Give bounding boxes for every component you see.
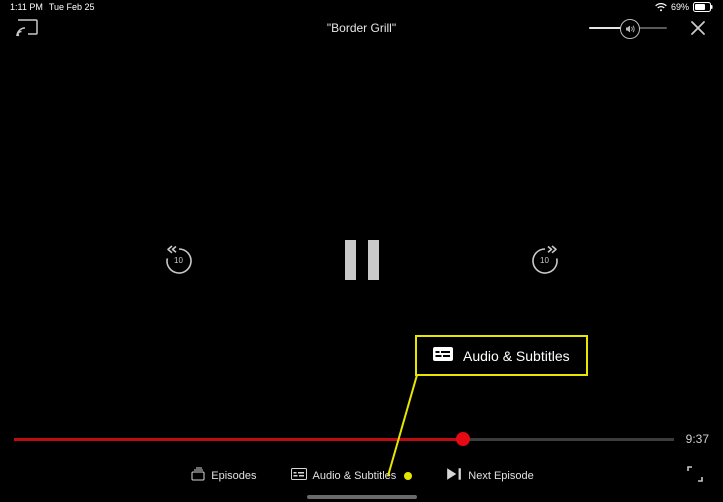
next-episode-icon	[446, 467, 462, 484]
battery-icon	[693, 2, 713, 12]
volume-slider[interactable]	[589, 27, 667, 29]
battery-percent: 69%	[671, 2, 689, 12]
subtitles-icon	[291, 467, 307, 484]
status-date: Tue Feb 25	[49, 2, 95, 12]
wifi-icon	[655, 3, 667, 12]
time-remaining: 9:37	[686, 432, 709, 446]
audio-subtitles-label: Audio & Subtitles	[313, 470, 397, 482]
episodes-icon	[189, 467, 205, 484]
skip-forward-10-button[interactable]: 10	[529, 244, 561, 276]
progress-row: 9:37	[14, 432, 709, 446]
status-time: 1:11 PM	[10, 2, 43, 12]
pause-button[interactable]	[345, 240, 379, 280]
annotation-dot	[404, 472, 412, 480]
annotation-callout: Audio & Subtitles	[415, 335, 588, 376]
player-top-row: "Border Grill"	[0, 16, 723, 40]
skip-back-amount: 10	[163, 256, 195, 265]
progress-thumb[interactable]	[456, 432, 470, 446]
ios-status-bar: 1:11 PM Tue Feb 25 69%	[0, 0, 723, 14]
home-indicator[interactable]	[307, 495, 417, 499]
video-title: "Border Grill"	[327, 21, 396, 35]
skip-forward-amount: 10	[529, 256, 561, 265]
transport-controls: 10 10	[0, 230, 723, 290]
cast-icon[interactable]	[16, 19, 38, 37]
close-icon[interactable]	[689, 19, 707, 37]
next-episode-label: Next Episode	[468, 470, 533, 482]
skip-back-10-button[interactable]: 10	[163, 244, 195, 276]
volume-thumb-speaker-icon[interactable]	[620, 19, 640, 39]
annotation-label: Audio & Subtitles	[463, 348, 570, 364]
subtitles-icon	[433, 347, 453, 364]
audio-subtitles-button[interactable]: Audio & Subtitles	[291, 467, 413, 484]
episodes-label: Episodes	[211, 470, 256, 482]
bottom-action-row: Episodes Audio & Subtitles Next Episode	[0, 467, 723, 484]
progress-bar[interactable]	[14, 438, 674, 441]
fullscreen-icon[interactable]	[687, 466, 703, 482]
next-episode-button[interactable]: Next Episode	[446, 467, 533, 484]
episodes-button[interactable]: Episodes	[189, 467, 256, 484]
